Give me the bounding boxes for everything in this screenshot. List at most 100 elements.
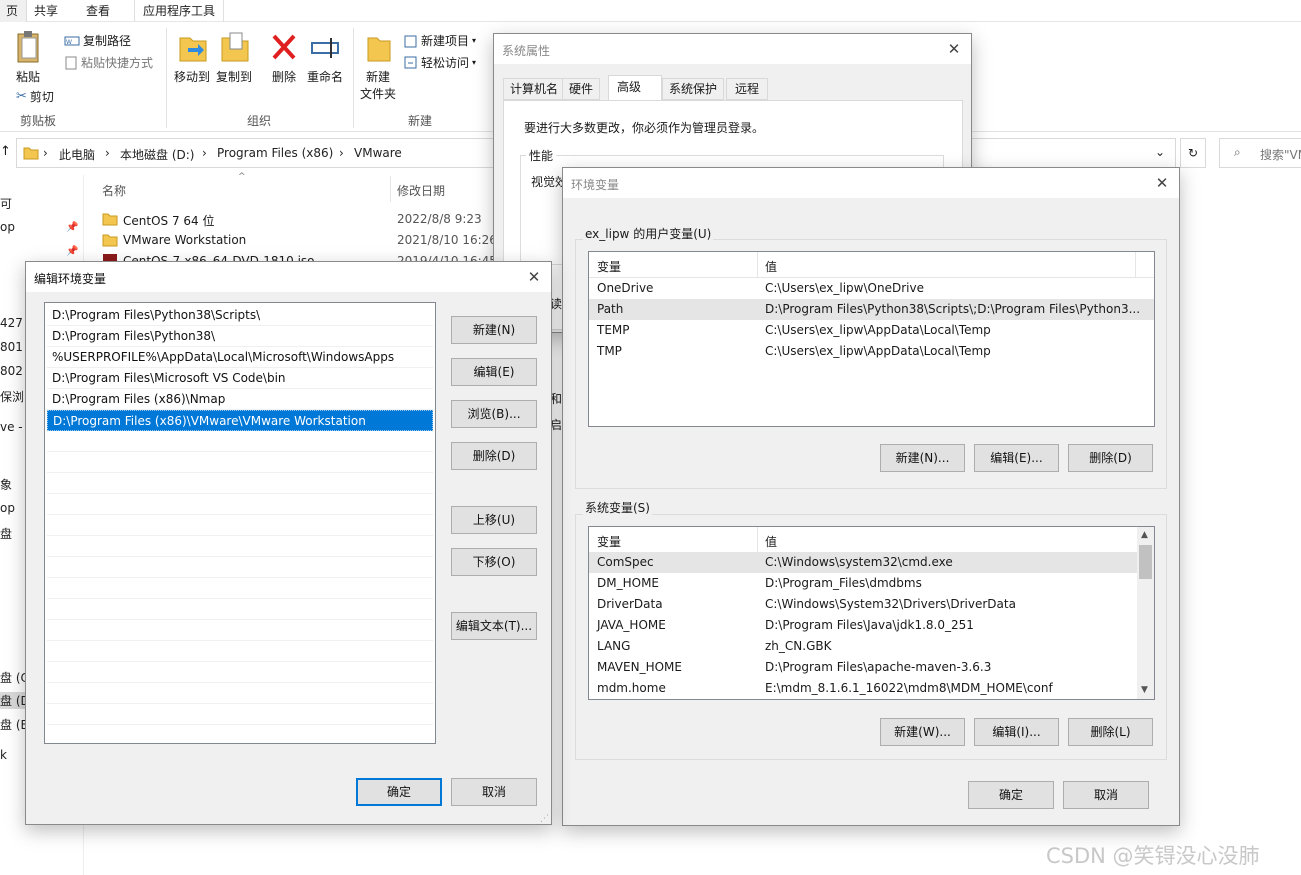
breadcrumb-drive-d[interactable]: 本地磁盘 (D:) (120, 146, 194, 163)
empty-row[interactable] (47, 494, 433, 515)
nav-item[interactable]: 427 (0, 316, 23, 330)
column-header-value[interactable]: 值 (765, 258, 777, 275)
breadcrumb-program-files[interactable]: Program Files (x86) (217, 146, 333, 160)
cut-button[interactable]: ✂ 剪切 (16, 88, 54, 105)
refresh-button[interactable]: ↻ (1180, 138, 1206, 168)
empty-row[interactable] (47, 557, 433, 578)
breadcrumb-this-pc[interactable]: 此电脑 (59, 146, 95, 163)
table-row[interactable]: TMP C:\Users\ex_lipw\AppData\Local\Temp (589, 341, 1154, 362)
column-header-variable[interactable]: 变量 (597, 258, 621, 275)
search-input[interactable]: ⌕ 搜索"VM (1219, 138, 1301, 168)
new-button[interactable]: 新建(N) (451, 316, 537, 344)
close-icon[interactable]: ✕ (943, 38, 965, 60)
system-variables-list[interactable]: 变量 值 ComSpec C:\Windows\system32\cmd.exe … (588, 526, 1155, 700)
system-new-button[interactable]: 新建(W)... (880, 718, 965, 746)
cancel-button[interactable]: 取消 (451, 778, 537, 806)
copy-to-button[interactable]: 复制到 (212, 30, 256, 85)
new-item-button[interactable]: 新建项目 ▾ (404, 32, 476, 49)
table-row[interactable]: DM_HOME D:\Program_Files\dmdbms (589, 573, 1154, 594)
edit-text-button[interactable]: 编辑文本(T)... (451, 612, 537, 640)
path-entry[interactable]: D:\Program Files\Python38\ (47, 326, 433, 347)
nav-item[interactable]: op (0, 220, 15, 234)
column-header-value[interactable]: 值 (765, 533, 777, 550)
column-header-date[interactable]: 修改日期 (397, 182, 445, 199)
easy-access-button[interactable]: 轻松访问 ▾ (404, 54, 476, 71)
delete-button[interactable]: 删除 (262, 30, 306, 85)
ok-button[interactable]: 确定 (356, 778, 442, 806)
rename-button[interactable]: 重命名 (302, 30, 348, 85)
table-row[interactable]: MAVEN_HOME D:\Program Files\apache-maven-… (589, 657, 1154, 678)
empty-row[interactable] (47, 620, 433, 641)
tab-system-protection[interactable]: 系统保护 (662, 78, 725, 100)
column-header-name[interactable]: 名称 (102, 182, 126, 199)
resize-grip-icon[interactable]: ⋰ (540, 814, 549, 824)
tab-computer-name[interactable]: 计算机名 (503, 78, 566, 100)
nav-item[interactable]: 保浏 (0, 388, 24, 405)
close-icon[interactable]: ✕ (523, 266, 545, 288)
column-header-variable[interactable]: 变量 (597, 533, 621, 550)
empty-row[interactable] (47, 515, 433, 536)
scrollbar-thumb[interactable] (1139, 545, 1152, 579)
path-entry[interactable]: D:\Program Files (x86)\Nmap (47, 389, 433, 410)
empty-row[interactable] (47, 473, 433, 494)
breadcrumb-vmware[interactable]: VMware (354, 146, 402, 160)
user-variables-list[interactable]: 变量 值 OneDrive C:\Users\ex_lipw\OneDrive P… (588, 251, 1155, 427)
tab-remote[interactable]: 远程 (726, 78, 769, 100)
user-delete-button[interactable]: 删除(D) (1068, 444, 1153, 472)
empty-row[interactable] (47, 704, 433, 725)
ribbon-tab-view[interactable]: 查看 (78, 0, 118, 22)
empty-row[interactable] (47, 599, 433, 620)
empty-row[interactable] (47, 431, 433, 452)
up-arrow-icon[interactable]: ↑ (0, 144, 11, 159)
ribbon-tab-page[interactable]: 页 (0, 0, 28, 22)
chevron-down-icon[interactable]: ⌄ (1155, 145, 1165, 159)
browse-button[interactable]: 浏览(B)... (451, 400, 537, 428)
nav-item[interactable]: 盘 (E (0, 716, 28, 733)
table-row[interactable]: OneDrive C:\Users\ex_lipw\OneDrive (589, 278, 1154, 299)
table-row[interactable]: Path D:\Program Files\Python38\Scripts\;D… (589, 299, 1154, 320)
table-row[interactable]: ComSpec C:\Windows\system32\cmd.exe (589, 552, 1154, 573)
system-delete-button[interactable]: 删除(L) (1068, 718, 1153, 746)
nav-item[interactable]: k (0, 748, 7, 762)
path-entry[interactable]: D:\Program Files\Python38\Scripts\ (47, 305, 433, 326)
nav-item[interactable]: 盘 (0, 525, 12, 542)
vertical-scrollbar[interactable]: ▲ ▼ (1137, 527, 1154, 699)
delete-button[interactable]: 删除(D) (451, 442, 537, 470)
empty-row[interactable] (47, 641, 433, 662)
move-to-button[interactable]: 移动到 (170, 30, 214, 85)
user-edit-button[interactable]: 编辑(E)... (974, 444, 1059, 472)
new-folder-button[interactable]: 新建 文件夹 (356, 30, 400, 102)
scroll-down-icon[interactable]: ▼ (1141, 685, 1148, 695)
table-row[interactable]: JAVA_HOME D:\Program Files\Java\jdk1.8.0_… (589, 615, 1154, 636)
ribbon-tab-app-tools[interactable]: 应用程序工具 (134, 0, 225, 22)
ok-button[interactable]: 确定 (968, 781, 1054, 809)
pin-icon[interactable]: 📌 (66, 246, 78, 257)
table-row[interactable]: TEMP C:\Users\ex_lipw\AppData\Local\Temp (589, 320, 1154, 341)
table-row[interactable]: mdm.home E:\mdm_8.1.6.1_16022\mdm8\MDM_HO… (589, 678, 1154, 699)
empty-row[interactable] (47, 536, 433, 557)
table-row[interactable]: DriverData C:\Windows\System32\Drivers\Dr… (589, 594, 1154, 615)
move-up-button[interactable]: 上移(U) (451, 506, 537, 534)
copy-path-button[interactable]: W 复制路径 (64, 32, 131, 49)
pin-icon[interactable]: 📌 (66, 222, 78, 233)
ribbon-tab-share[interactable]: 共享 (26, 0, 66, 22)
empty-row[interactable] (47, 725, 433, 743)
cancel-button[interactable]: 取消 (1063, 781, 1149, 809)
table-row[interactable]: LANG zh_CN.GBK (589, 636, 1154, 657)
close-icon[interactable]: ✕ (1151, 172, 1173, 194)
user-new-button[interactable]: 新建(N)... (880, 444, 965, 472)
path-entry[interactable]: %USERPROFILE%\AppData\Local\Microsoft\Wi… (47, 347, 433, 368)
nav-item[interactable]: 象 (0, 476, 12, 493)
nav-item[interactable]: 盘 (D (0, 692, 30, 709)
nav-item[interactable]: 可 (0, 195, 12, 212)
empty-row[interactable] (47, 662, 433, 683)
empty-row[interactable] (47, 578, 433, 599)
system-edit-button[interactable]: 编辑(I)... (974, 718, 1059, 746)
tab-hardware[interactable]: 硬件 (562, 78, 601, 100)
empty-row[interactable] (47, 452, 433, 473)
empty-row[interactable] (47, 683, 433, 704)
edit-button[interactable]: 编辑(E) (451, 358, 537, 386)
paste-shortcut-button[interactable]: 粘贴快捷方式 (64, 54, 153, 71)
tab-advanced[interactable]: 高级 (608, 75, 662, 101)
path-entries-list[interactable]: D:\Program Files\Python38\Scripts\ D:\Pr… (44, 302, 436, 744)
